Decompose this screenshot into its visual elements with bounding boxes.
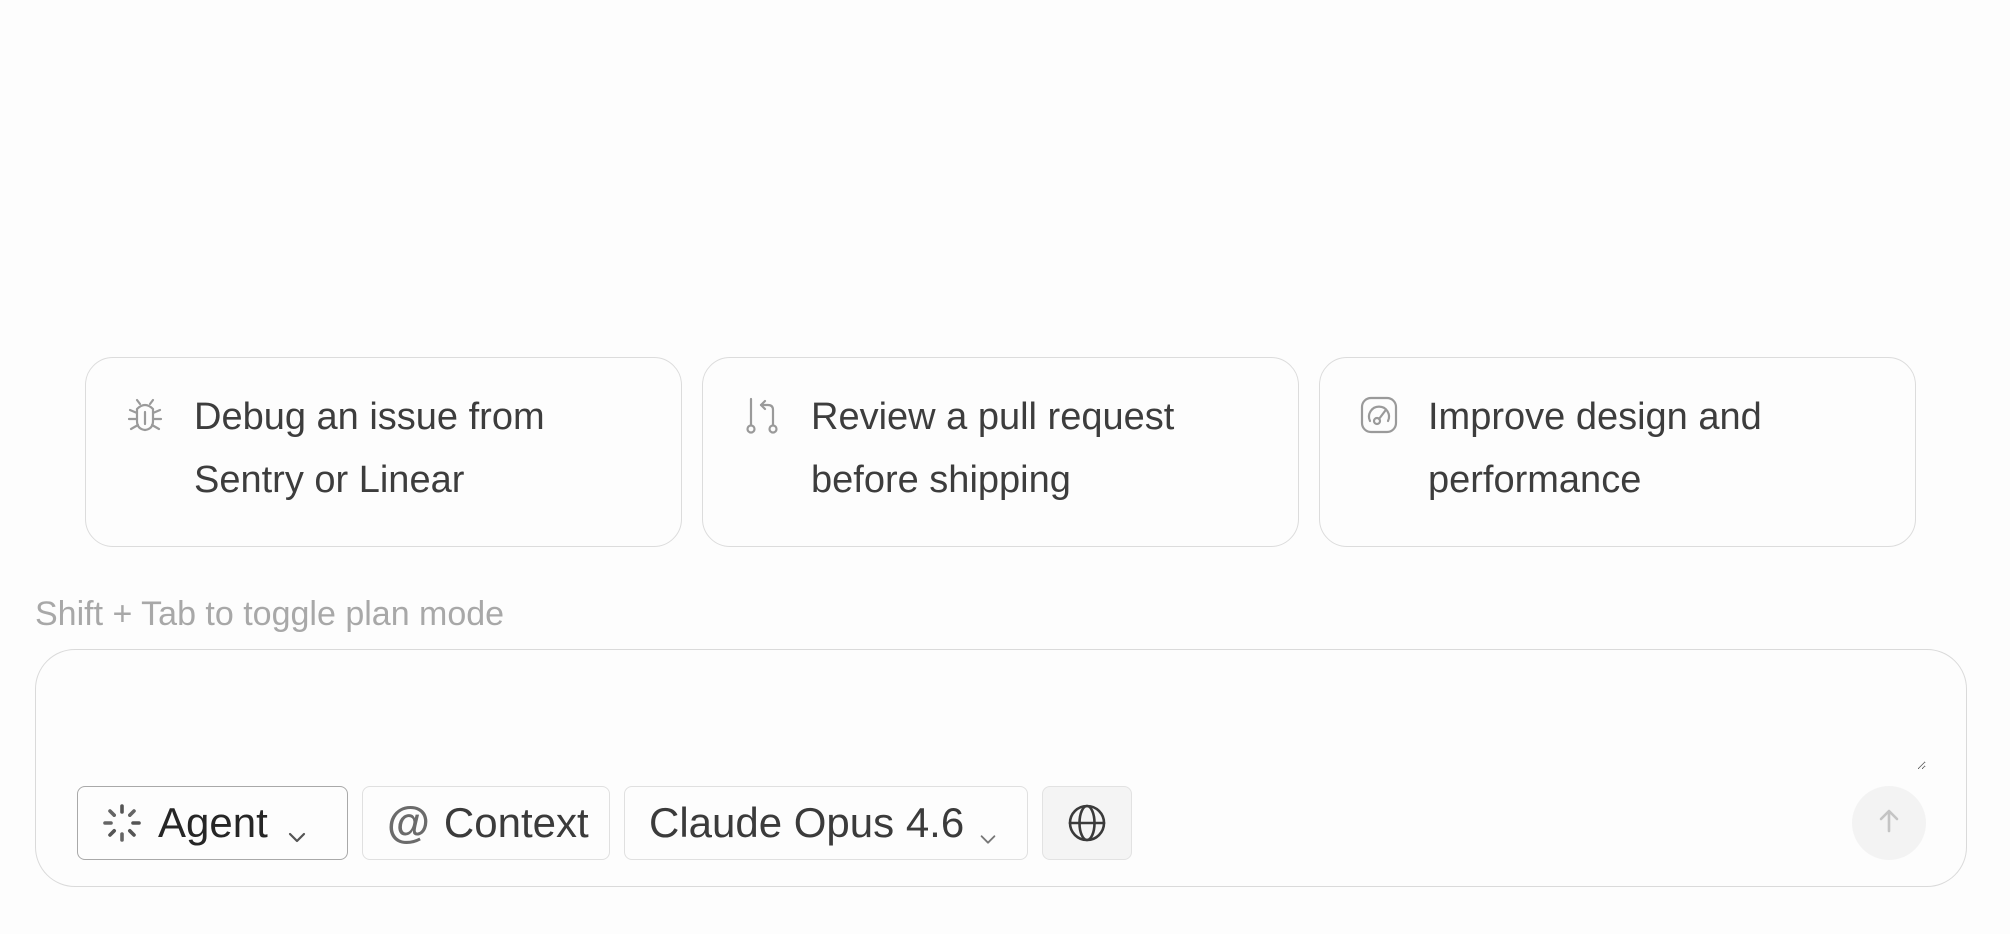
composer: Agent @ Context Claude Opus 4.6 bbox=[35, 649, 1967, 887]
context-button[interactable]: @ Context bbox=[362, 786, 610, 860]
web-search-toggle[interactable] bbox=[1042, 786, 1132, 860]
plan-mode-hint: Shift + Tab to toggle plan mode bbox=[35, 595, 505, 633]
pull-request-icon bbox=[741, 394, 783, 436]
model-dropdown[interactable]: Claude Opus 4.6 bbox=[624, 786, 1028, 860]
suggestion-text: Improve design and performance bbox=[1428, 396, 1762, 501]
context-label: Context bbox=[443, 799, 589, 846]
at-icon: @ bbox=[387, 798, 430, 847]
chevron-down-icon bbox=[977, 812, 999, 844]
composer-toolbar: Agent @ Context Claude Opus 4.6 bbox=[77, 786, 1132, 860]
suggestion-card-debug[interactable]: Debug an issue from Sentry or Linear bbox=[85, 357, 682, 547]
send-button[interactable] bbox=[1852, 786, 1926, 860]
suggestion-text: Debug an issue from Sentry or Linear bbox=[194, 396, 545, 501]
message-input[interactable] bbox=[76, 680, 1926, 770]
mode-dropdown[interactable]: Agent bbox=[77, 786, 348, 860]
model-label: Claude Opus 4.6 bbox=[649, 799, 965, 846]
arrow-up-icon bbox=[1875, 807, 1903, 840]
suggestion-card-improve[interactable]: Improve design and performance bbox=[1319, 357, 1916, 547]
page: Debug an issue from Sentry or Linear Rev… bbox=[0, 0, 2010, 934]
suggestion-text: Review a pull request before shipping bbox=[811, 396, 1175, 501]
spinner-icon bbox=[102, 803, 142, 843]
gauge-icon bbox=[1358, 394, 1400, 436]
mode-label: Agent bbox=[158, 799, 268, 846]
globe-icon bbox=[1066, 802, 1108, 844]
suggestion-card-review[interactable]: Review a pull request before shipping bbox=[702, 357, 1299, 547]
suggestion-cards: Debug an issue from Sentry or Linear Rev… bbox=[85, 357, 1916, 547]
chevron-down-icon bbox=[285, 811, 309, 843]
bug-icon bbox=[124, 394, 166, 436]
